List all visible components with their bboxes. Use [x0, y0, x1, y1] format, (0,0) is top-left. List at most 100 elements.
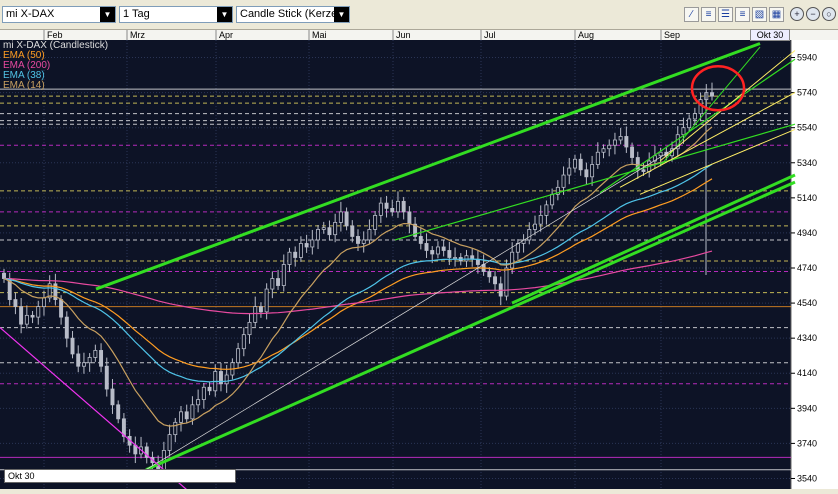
month-label: Mrz [130, 30, 145, 40]
candle-body [584, 169, 589, 178]
candle-body [19, 306, 24, 325]
candle-body [561, 174, 566, 188]
draw-line-icon[interactable]: ∕ [684, 7, 699, 22]
zoom-in-icon[interactable]: + [790, 7, 804, 21]
candle-body [373, 214, 378, 230]
candle-body [692, 113, 697, 120]
candle-body [658, 151, 663, 157]
candle-body [87, 357, 92, 364]
candle-body [321, 227, 326, 230]
y-tick-label: 3540 [797, 473, 817, 483]
candle-body [624, 136, 629, 148]
candle-body [298, 243, 303, 258]
ruler-icon[interactable]: ▧ [752, 7, 767, 22]
candle-body [510, 251, 515, 269]
candle-body [344, 211, 349, 227]
period-select-value: 1 Tag [123, 8, 150, 20]
candle-body [407, 211, 412, 225]
marker-icon[interactable]: ▦ [769, 7, 784, 22]
symbol-select[interactable]: mi X-DAX ▼ [2, 6, 116, 23]
candle-body [201, 386, 206, 400]
chevron-down-icon[interactable]: ▼ [100, 7, 115, 22]
candle-body [104, 365, 109, 390]
candle-body [110, 388, 115, 406]
candle-body [24, 314, 29, 325]
candle-body [99, 350, 104, 367]
candle-body [333, 222, 338, 236]
month-label: Apr [219, 30, 233, 40]
chevron-down-icon[interactable]: ▼ [217, 7, 232, 22]
candle-body [487, 271, 492, 278]
candle-body [30, 314, 35, 318]
candle-body [76, 353, 81, 367]
candle-body [424, 243, 429, 251]
candle-body [430, 250, 435, 255]
bottom-date-box: Okt 30 [4, 469, 236, 483]
y-tick-label: 5740 [797, 88, 817, 98]
chevron-down-icon[interactable]: ▼ [334, 7, 349, 22]
candle-body [378, 202, 383, 216]
candle-body [601, 148, 606, 153]
candle-body [36, 306, 41, 318]
candle-body [173, 421, 178, 436]
chart-legend: mi X-DAX (Candlestick) EMA (50) EMA (200… [3, 41, 108, 91]
candle-body [395, 200, 400, 213]
candle-body [13, 299, 18, 307]
candle-body [281, 264, 286, 286]
month-axis-band [0, 30, 838, 40]
y-tick-label: 5940 [797, 53, 817, 63]
candle-body [207, 386, 212, 392]
fibonacci-icon[interactable]: ☰ [718, 7, 733, 22]
charttype-select-value: Candle Stick (Kerze [240, 8, 338, 20]
ema-line [3, 126, 713, 427]
candle-body [710, 92, 714, 97]
channel-lower-line [145, 180, 796, 472]
trend-line-green [599, 58, 796, 194]
candle-body [224, 374, 229, 385]
candle-body [538, 214, 543, 225]
candle-body [253, 306, 258, 323]
trend-line-green [394, 123, 796, 241]
candle-body [493, 276, 498, 285]
candle-body [247, 321, 252, 336]
candle-body [2, 272, 6, 279]
candle-body [533, 223, 537, 230]
y-tick-label: 4740 [797, 263, 817, 273]
candle-body [59, 299, 64, 318]
candle-body [504, 267, 509, 297]
draw-channel-icon[interactable]: ≡ [701, 7, 716, 22]
candle-body [435, 246, 440, 255]
candle-body [544, 204, 549, 216]
candle-body [190, 404, 195, 420]
candle-body [304, 243, 309, 248]
candle-body [81, 362, 86, 367]
candle-body [167, 434, 172, 451]
candle-body [464, 255, 469, 262]
candle-body [287, 251, 292, 265]
candle-body [93, 350, 98, 358]
candle-body [630, 146, 635, 158]
crosshair-date-label: Okt 30 [750, 29, 790, 41]
month-label: Feb [47, 30, 63, 40]
zoom-out-icon[interactable]: − [806, 7, 820, 21]
candle-body [270, 278, 275, 290]
text-icon[interactable]: ≡ [735, 7, 750, 22]
y-tick-label: 5140 [797, 193, 817, 203]
charttype-select[interactable]: Candle Stick (Kerze ▼ [236, 6, 350, 23]
symbol-select-value: mi X-DAX [6, 8, 55, 20]
legend-ema-14: EMA (14) [3, 80, 45, 91]
candle-body [384, 202, 389, 209]
candle-body [356, 236, 360, 244]
y-tick-label: 4140 [797, 368, 817, 378]
candle-body [70, 337, 75, 355]
candle-body [550, 193, 555, 206]
period-select[interactable]: 1 Tag ▼ [119, 6, 233, 23]
y-tick-label: 5340 [797, 158, 817, 168]
candle-body [361, 239, 366, 244]
zoom-reset-icon[interactable]: ○ [822, 7, 836, 21]
candle-body [527, 229, 532, 241]
chart-area[interactable]: Feb Mrz Apr Mai Jun Jul Aug Sep 3540 3740 3940 4140… [0, 30, 838, 493]
y-tick-label: 5540 [797, 123, 817, 133]
month-label: Sep [664, 30, 680, 40]
candle-body [687, 118, 692, 129]
